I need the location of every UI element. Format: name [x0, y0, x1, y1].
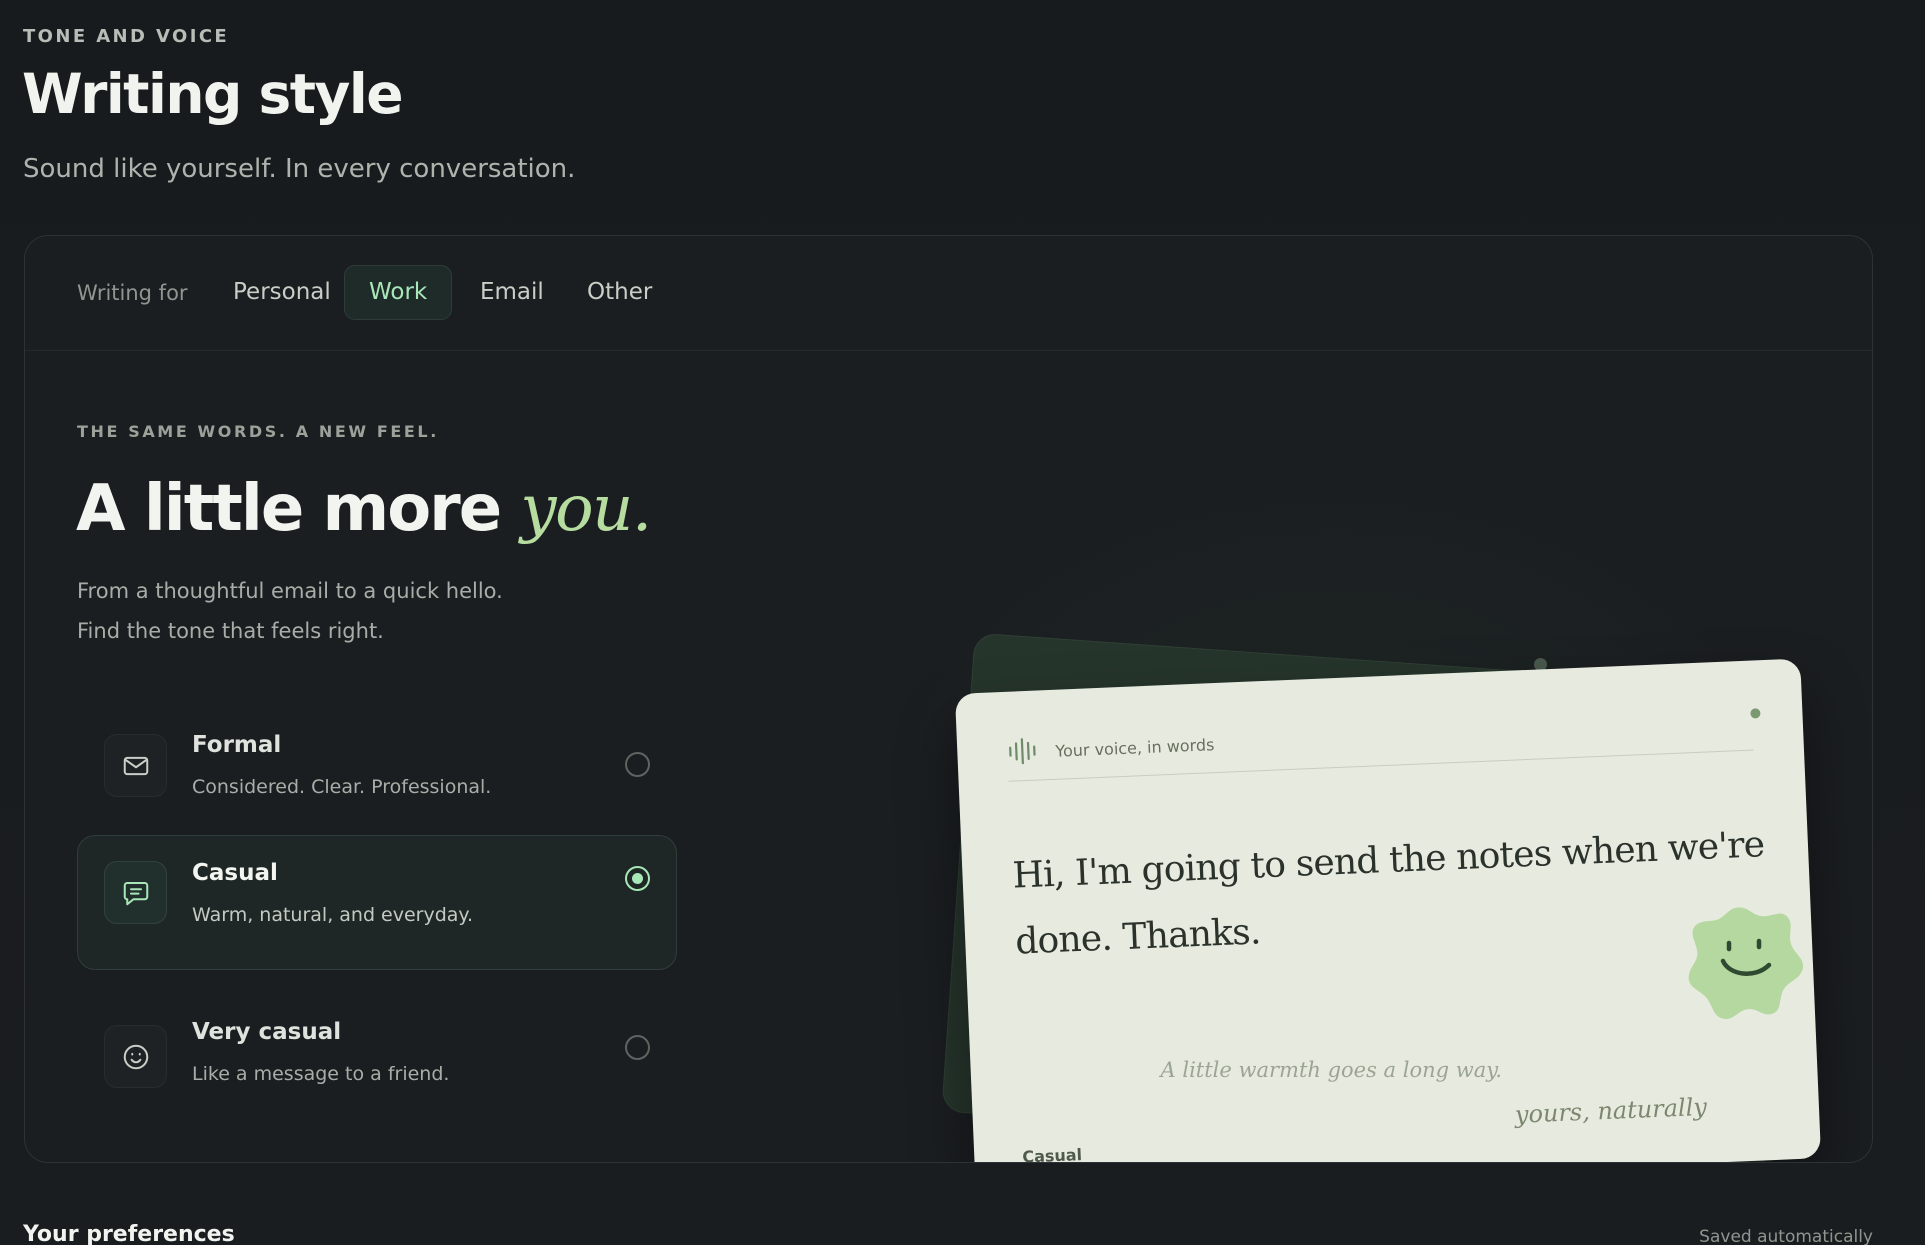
- option-radio[interactable]: [625, 866, 650, 891]
- page-eyebrow: TONE AND VOICE: [23, 26, 230, 47]
- tab-other[interactable]: Other: [563, 265, 676, 320]
- option-title: Very casual: [192, 1019, 342, 1045]
- chat-bubble-icon: [123, 881, 148, 905]
- tab-work[interactable]: Work: [344, 265, 453, 320]
- preview-card-header: Your voice, in words: [1006, 700, 1761, 782]
- page-title: Writing style: [22, 62, 404, 126]
- tab-personal[interactable]: Personal: [209, 265, 355, 320]
- status-dot: [1750, 708, 1761, 719]
- preview-signature: yours, naturally: [1514, 1092, 1708, 1129]
- hero-desc-line: From a thoughtful email to a quick hello…: [77, 579, 503, 603]
- hero-main: A little more: [76, 472, 521, 546]
- preview-caption: A little warmth goes a long way.: [1160, 1058, 1502, 1082]
- preferences-title: Your preferences: [23, 1222, 235, 1245]
- option-desc: Warm, natural, and everyday.: [192, 904, 474, 926]
- preview-label: Your voice, in words: [1054, 735, 1215, 761]
- hero-heading: A little more you.: [76, 472, 652, 546]
- preview-message: Hi, I'm going to send the notes when we'…: [1011, 824, 1766, 963]
- option-desc: Considered. Clear. Professional.: [192, 776, 492, 798]
- voice-wave-icon: [1009, 738, 1036, 765]
- context-tabs: Writing for Personal Work Email Other: [25, 236, 1872, 351]
- tab-email[interactable]: Email: [456, 265, 568, 320]
- envelope-icon: [123, 756, 148, 775]
- hero-desc-line: Find the tone that feels right.: [77, 619, 384, 643]
- section-eyebrow: THE SAME WORDS. A NEW FEEL.: [77, 422, 439, 441]
- option-casual[interactable]: Casual Warm, natural, and everyday.: [77, 835, 677, 970]
- option-radio[interactable]: [625, 752, 650, 777]
- option-title: Casual: [192, 860, 278, 886]
- page-subtitle: Sound like yourself. In every conversati…: [23, 154, 576, 184]
- option-title: Formal: [192, 732, 282, 758]
- hero-accent: you.: [520, 472, 652, 546]
- option-radio[interactable]: [625, 1035, 650, 1060]
- option-formal[interactable]: Formal Considered. Clear. Professional.: [77, 706, 677, 841]
- hero-description: From a thoughtful email to a quick hello…: [77, 571, 503, 651]
- option-icon-box: [104, 861, 167, 924]
- smiley-badge-icon: [1688, 907, 1804, 1020]
- save-status: Saved automatically: [1699, 1227, 1873, 1245]
- tabs-label: Writing for: [77, 281, 188, 305]
- writing-style-panel: Writing for Personal Work Email Other TH…: [24, 235, 1873, 1163]
- option-icon-box: [104, 734, 167, 797]
- preview-tone-tag: Casual: [1021, 1145, 1083, 1163]
- voice-preview: Your voice, in words Hi, I'm going to se…: [885, 436, 1835, 1162]
